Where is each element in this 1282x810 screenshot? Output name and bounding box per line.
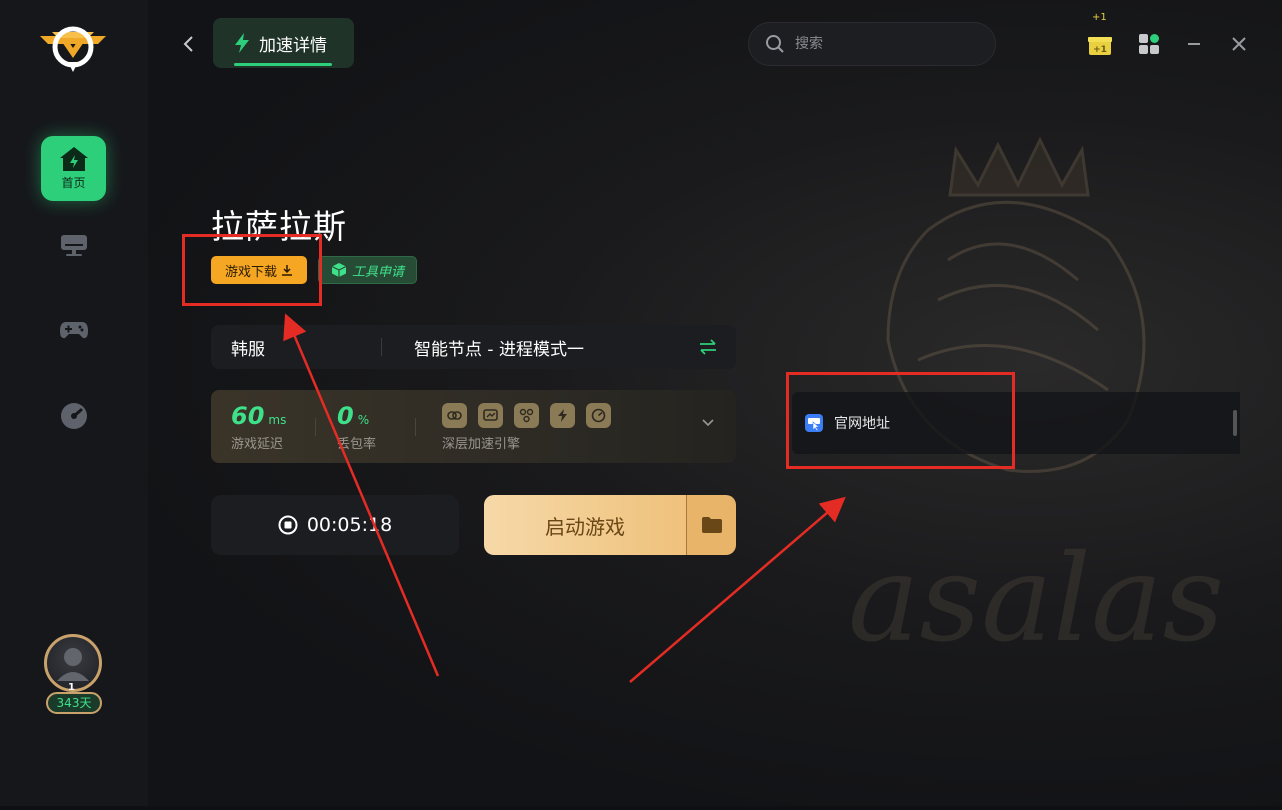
annotation-arrows [283, 313, 846, 683]
annotation-arrow-website [629, 496, 846, 683]
annotation-arrow-download [283, 313, 440, 677]
